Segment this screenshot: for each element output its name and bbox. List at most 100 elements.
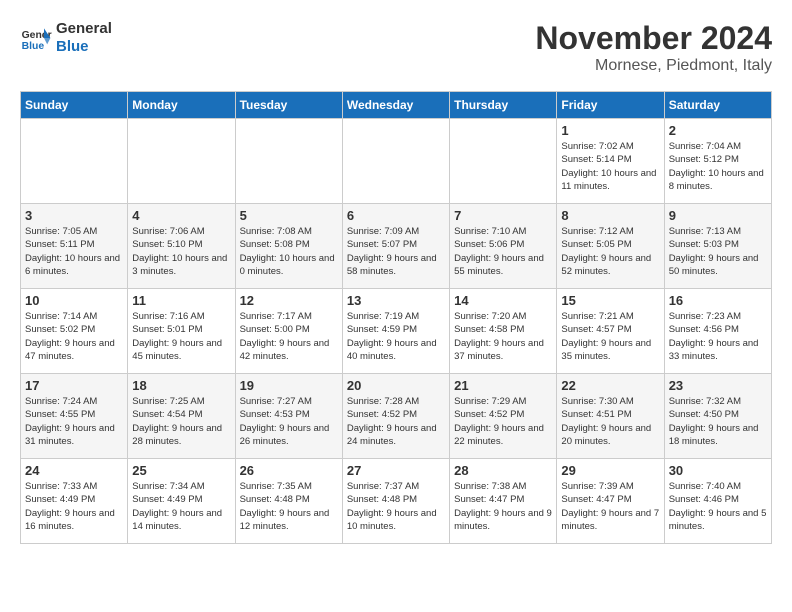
day-of-week-header: Monday (128, 92, 235, 119)
day-info: Sunrise: 7:10 AM Sunset: 5:06 PM Dayligh… (454, 225, 552, 278)
day-number: 7 (454, 208, 552, 223)
calendar-day-cell: 12 Sunrise: 7:17 AM Sunset: 5:00 PM Dayli… (235, 289, 342, 374)
day-number: 23 (669, 378, 767, 393)
day-number: 14 (454, 293, 552, 308)
day-info: Sunrise: 7:14 AM Sunset: 5:02 PM Dayligh… (25, 310, 123, 363)
day-number: 3 (25, 208, 123, 223)
day-number: 17 (25, 378, 123, 393)
day-number: 11 (132, 293, 230, 308)
day-number: 28 (454, 463, 552, 478)
day-info: Sunrise: 7:09 AM Sunset: 5:07 PM Dayligh… (347, 225, 445, 278)
calendar-day-cell: 20Sunrise: 7:28 AM Sunset: 4:52 PM Dayli… (342, 374, 449, 459)
calendar-day-cell: 27 Sunrise: 7:37 AM Sunset: 4:48 PM Dayli… (342, 459, 449, 544)
calendar-day-cell (235, 119, 342, 204)
location: Mornese, Piedmont, Italy (535, 57, 772, 75)
calendar-day-cell: 4Sunrise: 7:06 AM Sunset: 5:10 PM Daylig… (128, 204, 235, 289)
day-of-week-header: Friday (557, 92, 664, 119)
day-of-week-header: Sunday (21, 92, 128, 119)
day-info: Sunrise: 7:27 AM Sunset: 4:53 PM Dayligh… (240, 395, 338, 448)
calendar-day-cell: 10Sunrise: 7:14 AM Sunset: 5:02 PM Dayli… (21, 289, 128, 374)
day-info: Sunrise: 7:05 AM Sunset: 5:11 PM Dayligh… (25, 225, 123, 278)
calendar-day-cell: 2 Sunrise: 7:04 AM Sunset: 5:12 PM Daylig… (664, 119, 771, 204)
day-info: Sunrise: 7:33 AM Sunset: 4:49 PM Dayligh… (25, 480, 123, 533)
day-number: 27 (347, 463, 445, 478)
calendar-day-cell: 19 Sunrise: 7:27 AM Sunset: 4:53 PM Dayli… (235, 374, 342, 459)
calendar-day-cell: 26 Sunrise: 7:35 AM Sunset: 4:48 PM Dayli… (235, 459, 342, 544)
day-of-week-header: Saturday (664, 92, 771, 119)
day-info: Sunrise: 7:21 AM Sunset: 4:57 PM Dayligh… (561, 310, 659, 363)
day-info: Sunrise: 7:06 AM Sunset: 5:10 PM Dayligh… (132, 225, 230, 278)
calendar-day-cell: 5 Sunrise: 7:08 AM Sunset: 5:08 PM Daylig… (235, 204, 342, 289)
day-info: Sunrise: 7:40 AM Sunset: 4:46 PM Dayligh… (669, 480, 767, 533)
calendar-day-cell: 15Sunrise: 7:21 AM Sunset: 4:57 PM Dayli… (557, 289, 664, 374)
calendar-week-row: 1Sunrise: 7:02 AM Sunset: 5:14 PM Daylig… (21, 119, 772, 204)
day-info: Sunrise: 7:16 AM Sunset: 5:01 PM Dayligh… (132, 310, 230, 363)
day-info: Sunrise: 7:04 AM Sunset: 5:12 PM Dayligh… (669, 140, 767, 193)
calendar-day-cell: 18Sunrise: 7:25 AM Sunset: 4:54 PM Dayli… (128, 374, 235, 459)
calendar-day-cell: 23 Sunrise: 7:32 AM Sunset: 4:50 PM Dayli… (664, 374, 771, 459)
day-number: 25 (132, 463, 230, 478)
calendar-week-row: 10Sunrise: 7:14 AM Sunset: 5:02 PM Dayli… (21, 289, 772, 374)
day-info: Sunrise: 7:28 AM Sunset: 4:52 PM Dayligh… (347, 395, 445, 448)
day-of-week-header: Thursday (450, 92, 557, 119)
calendar-day-cell: 11 Sunrise: 7:16 AM Sunset: 5:01 PM Dayli… (128, 289, 235, 374)
logo-icon: General Blue (20, 22, 52, 54)
page-header: General Blue General Blue November 2024 … (20, 20, 772, 75)
day-number: 24 (25, 463, 123, 478)
calendar-day-cell: 25Sunrise: 7:34 AM Sunset: 4:49 PM Dayli… (128, 459, 235, 544)
calendar-day-cell: 28Sunrise: 7:38 AM Sunset: 4:47 PM Dayli… (450, 459, 557, 544)
svg-text:Blue: Blue (22, 41, 45, 52)
calendar-day-cell: 3 Sunrise: 7:05 AM Sunset: 5:11 PM Daylig… (21, 204, 128, 289)
calendar-day-cell (128, 119, 235, 204)
calendar-day-cell: 6Sunrise: 7:09 AM Sunset: 5:07 PM Daylig… (342, 204, 449, 289)
calendar-day-cell (21, 119, 128, 204)
day-info: Sunrise: 7:32 AM Sunset: 4:50 PM Dayligh… (669, 395, 767, 448)
title-block: November 2024 Mornese, Piedmont, Italy (535, 20, 772, 75)
calendar-header-row: SundayMondayTuesdayWednesdayThursdayFrid… (21, 92, 772, 119)
calendar-day-cell: 29 Sunrise: 7:39 AM Sunset: 4:47 PM Dayli… (557, 459, 664, 544)
calendar-day-cell: 16Sunrise: 7:23 AM Sunset: 4:56 PM Dayli… (664, 289, 771, 374)
day-info: Sunrise: 7:29 AM Sunset: 4:52 PM Dayligh… (454, 395, 552, 448)
day-of-week-header: Wednesday (342, 92, 449, 119)
day-info: Sunrise: 7:37 AM Sunset: 4:48 PM Dayligh… (347, 480, 445, 533)
day-info: Sunrise: 7:35 AM Sunset: 4:48 PM Dayligh… (240, 480, 338, 533)
day-number: 21 (454, 378, 552, 393)
day-number: 30 (669, 463, 767, 478)
month-title: November 2024 (535, 20, 772, 57)
day-info: Sunrise: 7:12 AM Sunset: 5:05 PM Dayligh… (561, 225, 659, 278)
day-info: Sunrise: 7:08 AM Sunset: 5:08 PM Dayligh… (240, 225, 338, 278)
calendar-day-cell: 13Sunrise: 7:19 AM Sunset: 4:59 PM Dayli… (342, 289, 449, 374)
day-of-week-header: Tuesday (235, 92, 342, 119)
calendar-day-cell (342, 119, 449, 204)
calendar-day-cell: 22Sunrise: 7:30 AM Sunset: 4:51 PM Dayli… (557, 374, 664, 459)
day-info: Sunrise: 7:13 AM Sunset: 5:03 PM Dayligh… (669, 225, 767, 278)
calendar-day-cell: 24 Sunrise: 7:33 AM Sunset: 4:49 PM Dayli… (21, 459, 128, 544)
calendar-week-row: 3 Sunrise: 7:05 AM Sunset: 5:11 PM Daylig… (21, 204, 772, 289)
calendar-day-cell: 17Sunrise: 7:24 AM Sunset: 4:55 PM Dayli… (21, 374, 128, 459)
day-info: Sunrise: 7:25 AM Sunset: 4:54 PM Dayligh… (132, 395, 230, 448)
day-number: 2 (669, 123, 767, 138)
day-number: 1 (561, 123, 659, 138)
day-number: 5 (240, 208, 338, 223)
logo-line2: Blue (56, 38, 112, 56)
calendar-day-cell (450, 119, 557, 204)
calendar-day-cell: 8 Sunrise: 7:12 AM Sunset: 5:05 PM Daylig… (557, 204, 664, 289)
day-info: Sunrise: 7:20 AM Sunset: 4:58 PM Dayligh… (454, 310, 552, 363)
day-number: 8 (561, 208, 659, 223)
calendar-day-cell: 9 Sunrise: 7:13 AM Sunset: 5:03 PM Daylig… (664, 204, 771, 289)
calendar-day-cell: 1Sunrise: 7:02 AM Sunset: 5:14 PM Daylig… (557, 119, 664, 204)
day-info: Sunrise: 7:39 AM Sunset: 4:47 PM Dayligh… (561, 480, 659, 533)
day-number: 16 (669, 293, 767, 308)
day-number: 9 (669, 208, 767, 223)
day-number: 12 (240, 293, 338, 308)
day-info: Sunrise: 7:19 AM Sunset: 4:59 PM Dayligh… (347, 310, 445, 363)
day-number: 26 (240, 463, 338, 478)
calendar-week-row: 17Sunrise: 7:24 AM Sunset: 4:55 PM Dayli… (21, 374, 772, 459)
calendar-day-cell: 21 Sunrise: 7:29 AM Sunset: 4:52 PM Dayli… (450, 374, 557, 459)
logo-line1: General (56, 20, 112, 38)
day-info: Sunrise: 7:17 AM Sunset: 5:00 PM Dayligh… (240, 310, 338, 363)
day-number: 29 (561, 463, 659, 478)
day-number: 19 (240, 378, 338, 393)
calendar-table: SundayMondayTuesdayWednesdayThursdayFrid… (20, 91, 772, 544)
calendar-day-cell: 14 Sunrise: 7:20 AM Sunset: 4:58 PM Dayli… (450, 289, 557, 374)
